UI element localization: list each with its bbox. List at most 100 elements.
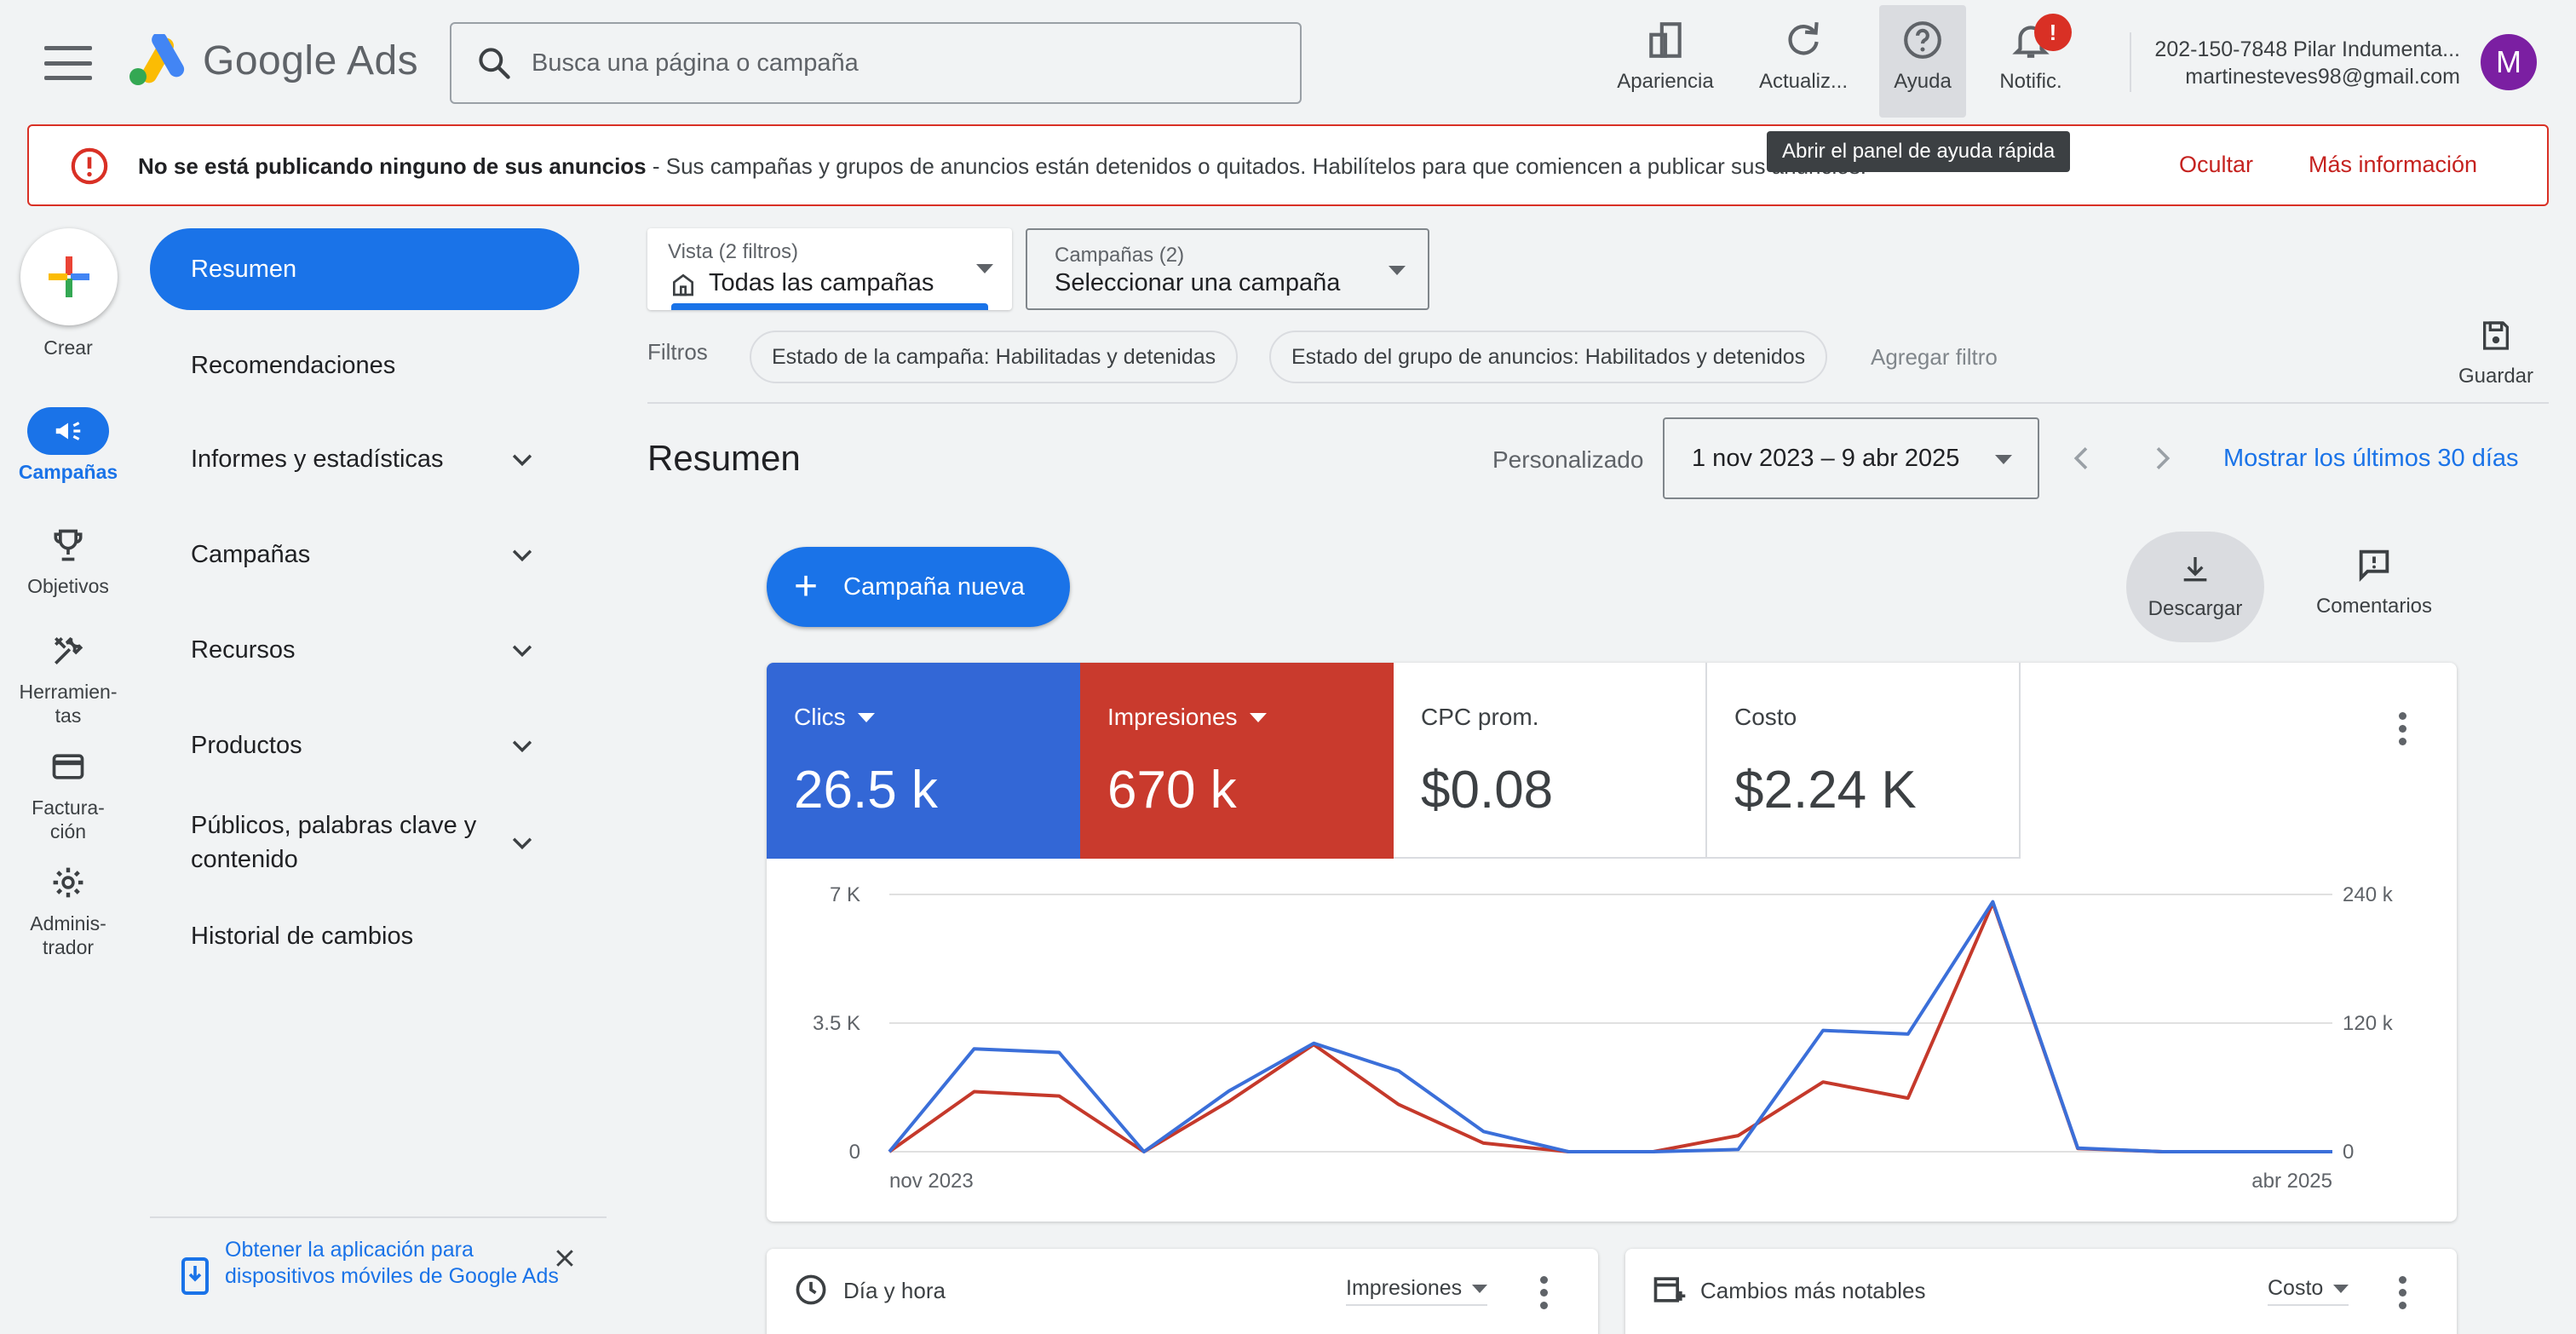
account-email: martinesteves98@gmail.com [2185, 65, 2460, 89]
series-line-clics [888, 900, 2332, 1153]
save-icon [2483, 321, 2509, 350]
add-filter-button[interactable]: Agregar filtro [1871, 344, 1998, 371]
filter-chip-adgroup-status[interactable]: Estado del grupo de anuncios: Habilitado… [1269, 331, 1828, 383]
more-vert-icon[interactable] [2397, 712, 2407, 745]
nav-label: Recomendaciones [191, 351, 396, 379]
card-metric-select[interactable]: Costo [2268, 1276, 2349, 1306]
create-button[interactable] [20, 228, 118, 325]
metric-clicks[interactable]: Clics 26.5 k [767, 663, 1080, 859]
metric-cost[interactable]: Costo $2.24 K [1707, 663, 2021, 859]
alert-detail: - Sus campañas y grupos de anuncios está… [646, 153, 1866, 179]
search-input[interactable] [532, 49, 1281, 78]
hide-alert-button[interactable]: Ocultar [2179, 152, 2253, 178]
y-tick-label-left: 3.5 K [813, 1012, 860, 1035]
search-icon [479, 48, 510, 79]
avatar[interactable]: M [2481, 34, 2537, 90]
nav-label: Campañas [191, 540, 311, 568]
metric-name: Costo [1734, 704, 1797, 730]
plus-icon: + [794, 564, 819, 609]
select-value: Impresiones [1346, 1276, 1463, 1300]
nav-label: Historial de cambios [191, 922, 414, 950]
metric-avg-cpc[interactable]: CPC prom. $0.08 [1394, 663, 1707, 859]
download-icon [2183, 557, 2207, 582]
close-icon[interactable] [552, 1245, 578, 1271]
filter-chip-campaign-status[interactable]: Estado de la campaña: Habilitadas y dete… [750, 331, 1239, 383]
notification-badge: ! [2034, 14, 2072, 51]
comment-icon [2359, 549, 2389, 582]
download-button[interactable]: Descargar [2126, 532, 2264, 642]
help-label: Ayuda [1894, 70, 1952, 93]
new-campaign-button[interactable]: + Campaña nueva [767, 547, 1070, 627]
rail-item-admin[interactable]: Adminis- trador [0, 859, 136, 959]
nav-item-change-history[interactable]: Historial de cambios [150, 917, 579, 956]
comments-label: Comentarios [2315, 595, 2433, 618]
campaign-value: Seleccionar una campaña [1055, 269, 1341, 296]
y-tick-label-left: 0 [849, 1141, 860, 1164]
metric-name: Clics [794, 704, 846, 730]
plus-multicolor-icon [49, 256, 89, 297]
mobile-app-link[interactable]: Obtener la aplicación para dispositivos … [225, 1237, 566, 1290]
account-info[interactable]: 202-150-7848 Pilar Indumenta... martines… [2154, 36, 2460, 90]
nav-label: Productos [191, 731, 302, 759]
date-range-value: 1 nov 2023 – 9 abr 2025 [1692, 444, 1960, 472]
metric-value: $0.08 [1421, 761, 1554, 819]
card-metric-select[interactable]: Impresiones [1346, 1276, 1488, 1306]
y-tick-label-right: 120 k [2343, 1012, 2394, 1035]
last-30-days-link[interactable]: Mostrar los últimos 30 días [2223, 445, 2519, 473]
error-icon [71, 147, 108, 185]
card-notable-changes: Cambios más notables Costo [1625, 1249, 2457, 1334]
campaign-selector[interactable]: Campañas (2) Seleccionar una campaña [1026, 228, 1429, 310]
help-tooltip: Abrir el panel de ayuda rápida [1767, 131, 2071, 172]
performance-chart: 0 0 3.5 K 120 k 7 K 240 k nov 2023 abr 2025 [813, 883, 2394, 1193]
nav-item-campaigns[interactable]: Campañas [150, 535, 579, 574]
caret-down-icon [2333, 1284, 2349, 1293]
main-divider [647, 402, 2549, 404]
view-selector[interactable]: Vista (2 filtros) Todas las campañas [647, 228, 1012, 310]
logo-text: Google Ads [203, 38, 419, 83]
refresh-button[interactable]: Actualiz... [1746, 5, 1860, 118]
metric-name: CPC prom. [1421, 704, 1539, 730]
chevron-left-icon[interactable] [2065, 441, 2099, 475]
chevron-right-icon[interactable] [2145, 441, 2179, 475]
rail-item-billing[interactable]: Factura- ción [0, 743, 136, 843]
nav-item-products[interactable]: Productos [150, 726, 579, 765]
filters-label: Filtros [647, 339, 708, 365]
rail-item-tools[interactable]: Herramien- tas [0, 627, 136, 727]
search-box[interactable] [450, 22, 1302, 104]
nav-item-assets[interactable]: Recursos [150, 630, 579, 670]
rail-item-goals[interactable]: Objetivos [0, 521, 136, 598]
help-button[interactable]: Ayuda [1879, 5, 1966, 118]
nav-label: Recursos [191, 635, 296, 664]
save-button[interactable]: Guardar [2455, 319, 2537, 388]
metric-value: 26.5 k [794, 761, 938, 819]
date-range-picker[interactable]: 1 nov 2023 – 9 abr 2025 [1663, 417, 2039, 499]
alert-title: No se está publicando ninguno de sus anu… [138, 153, 647, 179]
more-vert-icon[interactable] [2397, 1276, 2407, 1309]
refresh-label: Actualiz... [1758, 70, 1849, 93]
caret-down-icon [1249, 712, 1267, 722]
save-label: Guardar [2458, 365, 2534, 388]
help-icon [1904, 21, 1941, 59]
rail-item-campaigns[interactable]: Campañas [0, 407, 136, 484]
card-day-hour: Día y hora Impresiones [767, 1249, 1598, 1334]
nav-item-audiences[interactable]: Públicos, palabras clave y contenido [150, 806, 579, 879]
nav-item-recommendations[interactable]: Recomendaciones [150, 346, 579, 385]
menu-icon[interactable] [44, 46, 92, 80]
rail-label-campaigns: Campañas [18, 461, 118, 483]
x-tick-label-start: nov 2023 [889, 1170, 974, 1193]
building-icon [673, 273, 693, 296]
more-vert-icon[interactable] [1538, 1276, 1549, 1309]
nav-item-overview[interactable]: Resumen [150, 228, 579, 310]
metric-value: 670 k [1107, 761, 1237, 819]
card-title: Día y hora [843, 1278, 946, 1303]
nav-item-reports[interactable]: Informes y estadísticas [150, 440, 579, 479]
performance-card: Clics 26.5 k Impresiones 670 k CPC prom.… [767, 663, 2457, 1222]
metric-impressions[interactable]: Impresiones 670 k [1080, 663, 1394, 859]
caret-down-icon [857, 712, 875, 722]
new-campaign-label: Campaña nueva [843, 572, 1025, 601]
appearance-button[interactable]: Apariencia [1601, 5, 1729, 118]
comments-button[interactable]: Comentarios [2310, 545, 2438, 618]
more-info-link[interactable]: Más información [2309, 152, 2477, 178]
x-tick-label-end: abr 2025 [2251, 1170, 2332, 1193]
notifications-button[interactable]: Notific. ! [1981, 5, 2080, 118]
